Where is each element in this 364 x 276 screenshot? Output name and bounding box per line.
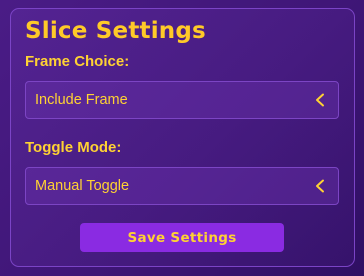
toggle-mode-label: Toggle Mode: [25, 139, 122, 156]
chevron-left-icon [316, 93, 324, 107]
toggle-mode-value: Manual Toggle [35, 178, 130, 194]
panel-title: Slice Settings [25, 18, 206, 44]
save-settings-button[interactable]: Save Settings [80, 223, 284, 252]
toggle-mode-select[interactable]: Manual Toggle [25, 167, 339, 205]
chevron-left-icon [316, 179, 324, 193]
frame-choice-value: Include Frame [35, 92, 128, 108]
frame-choice-label: Frame Choice: [25, 53, 130, 70]
frame-choice-select[interactable]: Include Frame [25, 81, 339, 119]
